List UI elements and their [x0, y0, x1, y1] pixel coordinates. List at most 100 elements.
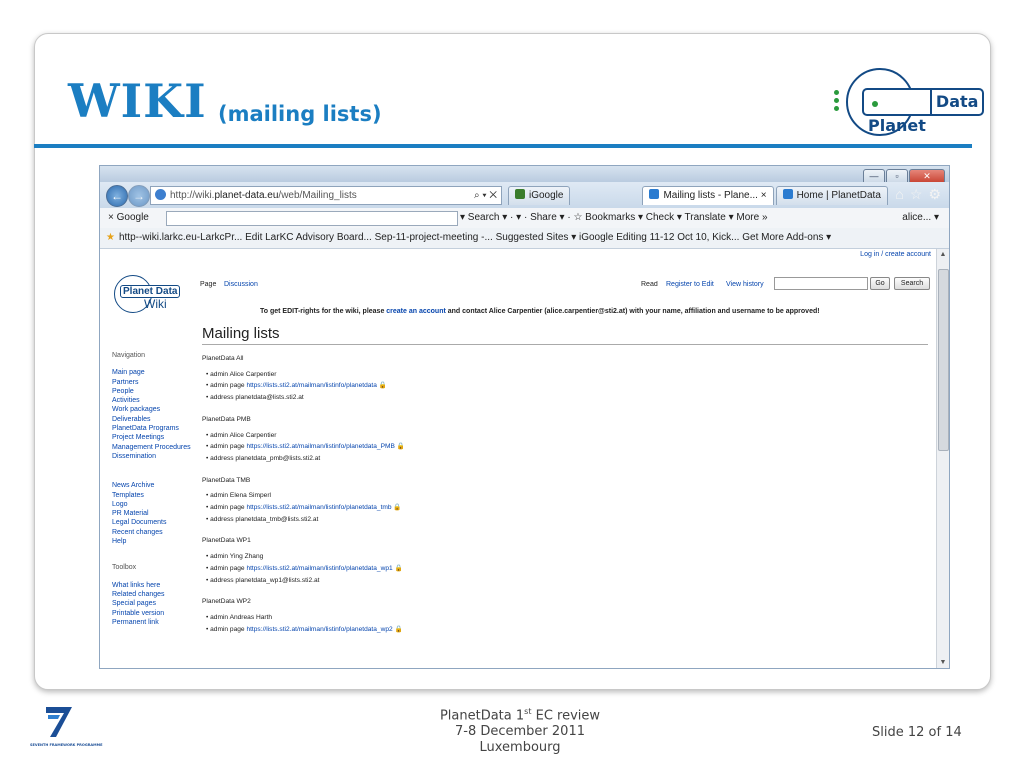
scroll-down-icon[interactable]: ▼ [937, 659, 949, 666]
tab-register[interactable]: Register to Edit [666, 281, 714, 288]
mailing-list-name: PlanetData All [202, 355, 244, 362]
sidebar-link[interactable]: Work packages [112, 405, 200, 414]
google-toolbar-items[interactable]: ▾ Search ▾ · ▾ · Share ▾ · ☆ Bookmarks ▾… [460, 208, 768, 228]
logo-text-planet: Planet [868, 116, 926, 135]
list-address: address planetdata_pmb@lists.sti2.at [206, 453, 922, 465]
mailing-list-details: admin Andreas Harthadmin page https://li… [202, 612, 922, 635]
list-admin: admin Ying Zhang [206, 551, 922, 563]
page-scrollbar[interactable]: ▲ ▼ [936, 249, 949, 668]
sidebar-link[interactable]: Project Meetings [112, 433, 200, 442]
mailing-list-section: PlanetData PMB admin Alice Carpentieradmi… [202, 414, 922, 465]
navigation-heading: Navigation [112, 352, 146, 359]
address-controls[interactable]: ⌕ ▾ ✕ [474, 187, 497, 204]
mailing-list-details: admin Alice Carpentieradmin page https:/… [202, 430, 922, 465]
google-user[interactable]: alice... ▾ [902, 208, 939, 228]
sidebar-link[interactable]: Special pages [112, 599, 200, 608]
sidebar-link[interactable]: Permanent link [112, 618, 200, 627]
sidebar-link[interactable]: PR Material [112, 509, 200, 518]
favorites-items[interactable]: http--wiki.larkc.eu-LarkcPr... Edit LarK… [119, 232, 831, 243]
sidebar-link[interactable]: What links here [112, 581, 200, 590]
sidebar-link[interactable]: Management Procedures [112, 443, 200, 452]
sidebar-link[interactable]: Partners [112, 378, 200, 387]
slide-subtitle: (mailing lists) [218, 102, 382, 126]
search-button[interactable]: Search [894, 277, 930, 290]
sidebar-link[interactable]: Help [112, 537, 200, 546]
list-admin-page: admin page https://lists.sti2.at/mailman… [206, 380, 922, 392]
sidebar-link[interactable]: Related changes [112, 590, 200, 599]
scroll-up-icon[interactable]: ▲ [937, 251, 949, 258]
sidebar-link[interactable]: Logo [112, 500, 200, 509]
browser-navbar: ← → http://wiki.planet-data.eu/web/Maili… [100, 182, 949, 209]
tab-history[interactable]: View history [726, 281, 764, 288]
slide-title: WIKI [68, 74, 207, 128]
logo-text-data: Data [929, 90, 983, 114]
home-icon[interactable]: ⌂ [895, 186, 903, 203]
sidebar-link[interactable]: Legal Documents [112, 518, 200, 527]
favorites-bar: ★ http--wiki.larkc.eu-LarkcPr... Edit Lar… [100, 228, 949, 249]
login-link[interactable]: Log in / create account [860, 251, 931, 258]
wiki-search-input[interactable] [774, 277, 868, 290]
tab-mailing-lists[interactable]: Mailing lists - Plane... × [642, 186, 774, 205]
mailing-list-name: PlanetData WP1 [202, 537, 251, 545]
tab-discussion[interactable]: Discussion [224, 281, 258, 288]
mailing-lists-content: PlanetData All admin Alice Carpentieradmi… [202, 353, 922, 645]
logo-box: Planet Data [862, 88, 985, 135]
list-admin-page: admin page https://lists.sti2.at/mailman… [206, 624, 922, 636]
mailing-list-name: PlanetData WP2 [202, 598, 251, 606]
list-address: address planetdata_tmb@lists.sti2.at [206, 514, 922, 526]
admin-page-link[interactable]: https://lists.sti2.at/mailman/listinfo/p… [246, 443, 394, 450]
admin-page-link[interactable]: https://lists.sti2.at/mailman/listinfo/p… [246, 565, 392, 572]
sidebar-link[interactable]: Dissemination [112, 452, 200, 461]
scrollbar-thumb[interactable] [938, 269, 949, 451]
mailing-list-section: PlanetData All admin Alice Carpentieradmi… [202, 353, 922, 404]
ie-page-icon [155, 189, 166, 200]
mailing-list-name: PlanetData PMB [202, 415, 251, 423]
sidebar-link[interactable]: Templates [112, 491, 200, 500]
edit-rights-notice: To get EDIT-rights for the wiki, please … [260, 308, 820, 315]
footer-center: PlanetData 1st EC review 7-8 December 20… [380, 704, 660, 756]
google-toolbar-label: × Google [108, 212, 149, 223]
back-icon[interactable]: ← [106, 185, 128, 207]
list-address: address planetdata@lists.sti2.at [206, 392, 922, 404]
mailing-list-details: admin Ying Zhangadmin page https://lists… [202, 551, 922, 586]
sidebar-link[interactable]: News Archive [112, 481, 200, 490]
google-search-input[interactable] [166, 211, 458, 226]
footer-line2: 7-8 December 2011 [455, 724, 585, 740]
wiki-logo[interactable]: Planet Data Wiki [104, 273, 194, 317]
wiki-sidebar: Navigation Main page Partners People Activi… [112, 351, 200, 644]
create-account-link[interactable]: create an account [386, 308, 446, 315]
page-title: Mailing lists [202, 325, 280, 342]
list-address: address planetdata_wp1@lists.sti2.at [206, 575, 922, 587]
sidebar-link[interactable]: Main page [112, 368, 200, 377]
sidebar-link[interactable]: People [112, 387, 200, 396]
sidebar-link[interactable]: Printable version [112, 609, 200, 618]
sidebar-link[interactable]: PlanetData Programs [112, 424, 200, 433]
fp7-logo: SEVENTH FRAMEWORK PROGRAMME [30, 705, 102, 755]
wiki-logo-sub: Wiki [144, 297, 167, 311]
settings-gear-icon[interactable]: ⚙ [928, 186, 941, 203]
admin-page-link[interactable]: https://lists.sti2.at/mailman/listinfo/p… [246, 382, 376, 389]
lock-icon: 🔒 [376, 382, 387, 390]
go-button[interactable]: Go [870, 277, 890, 290]
wiki-tabs: Page Discussion Read Register to Edit Vi… [200, 277, 937, 668]
favorites-star-icon[interactable]: ☆ [910, 186, 923, 203]
favorites-icon[interactable]: ★ [106, 232, 115, 243]
tab-igoogle[interactable]: iGoogle [508, 186, 571, 205]
browser-screenshot: — ▫ ✕ ← → http://wiki.planet-data.eu/web… [99, 165, 950, 669]
admin-page-link[interactable]: https://lists.sti2.at/mailman/listinfo/p… [246, 626, 392, 633]
admin-page-link[interactable]: https://lists.sti2.at/mailman/listinfo/p… [246, 504, 391, 511]
lock-icon: 🔒 [391, 504, 402, 512]
lock-icon: 🔒 [392, 564, 403, 572]
tab-home-planetdata[interactable]: Home | PlanetData [775, 186, 888, 205]
sidebar-link[interactable]: Recent changes [112, 528, 200, 537]
sidebar-link[interactable]: Activities [112, 396, 200, 405]
sidebar-link[interactable]: Deliverables [112, 415, 200, 424]
lock-icon: 🔒 [394, 443, 405, 451]
google-toolbar: × Google ▾ Search ▾ · ▾ · Share ▾ · ☆ Bo… [100, 208, 949, 229]
forward-icon[interactable]: → [128, 185, 150, 207]
browser-tabs: iGoogle Mailing lists - Plane... × Home … [508, 186, 888, 205]
address-bar[interactable]: http://wiki.planet-data.eu/web/Mailing_l… [150, 186, 502, 205]
mailing-list-name: PlanetData TMB [202, 476, 251, 484]
fp7-label: SEVENTH FRAMEWORK PROGRAMME [30, 743, 103, 747]
footer-line3: Luxembourg [479, 740, 561, 756]
